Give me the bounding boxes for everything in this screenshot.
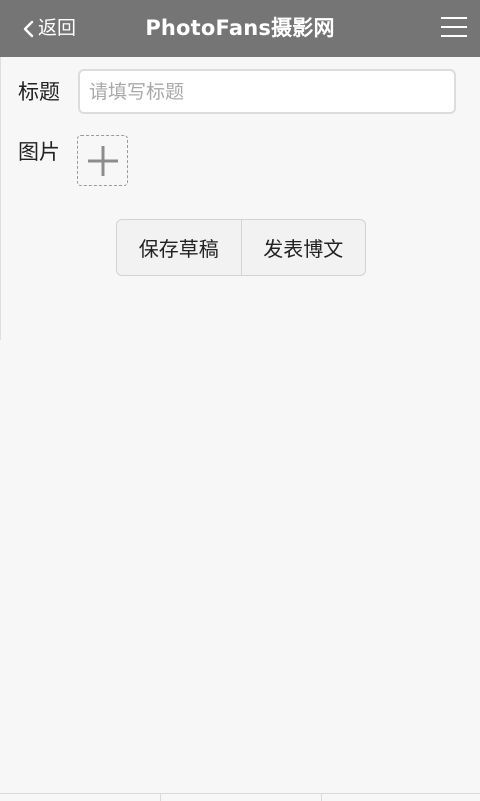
image-label: 图片 (18, 140, 60, 164)
title-row: 标题 (0, 68, 480, 116)
title-label: 标题 (18, 80, 60, 104)
plus-icon (88, 146, 118, 176)
publish-post-button[interactable]: 发表博文 (240, 220, 366, 275)
page-title: PhotoFans摄影网 (145, 16, 335, 40)
add-image-button[interactable] (77, 135, 128, 186)
bottom-bar (0, 793, 480, 801)
title-input[interactable] (78, 69, 456, 114)
app-header: 返回 PhotoFans摄影网 (0, 0, 480, 57)
hamburger-menu-icon[interactable] (441, 17, 467, 39)
save-draft-button[interactable]: 保存草稿 (117, 220, 241, 275)
image-row: 图片 (0, 132, 480, 192)
action-buttons: 保存草稿 发表博文 (116, 219, 366, 276)
